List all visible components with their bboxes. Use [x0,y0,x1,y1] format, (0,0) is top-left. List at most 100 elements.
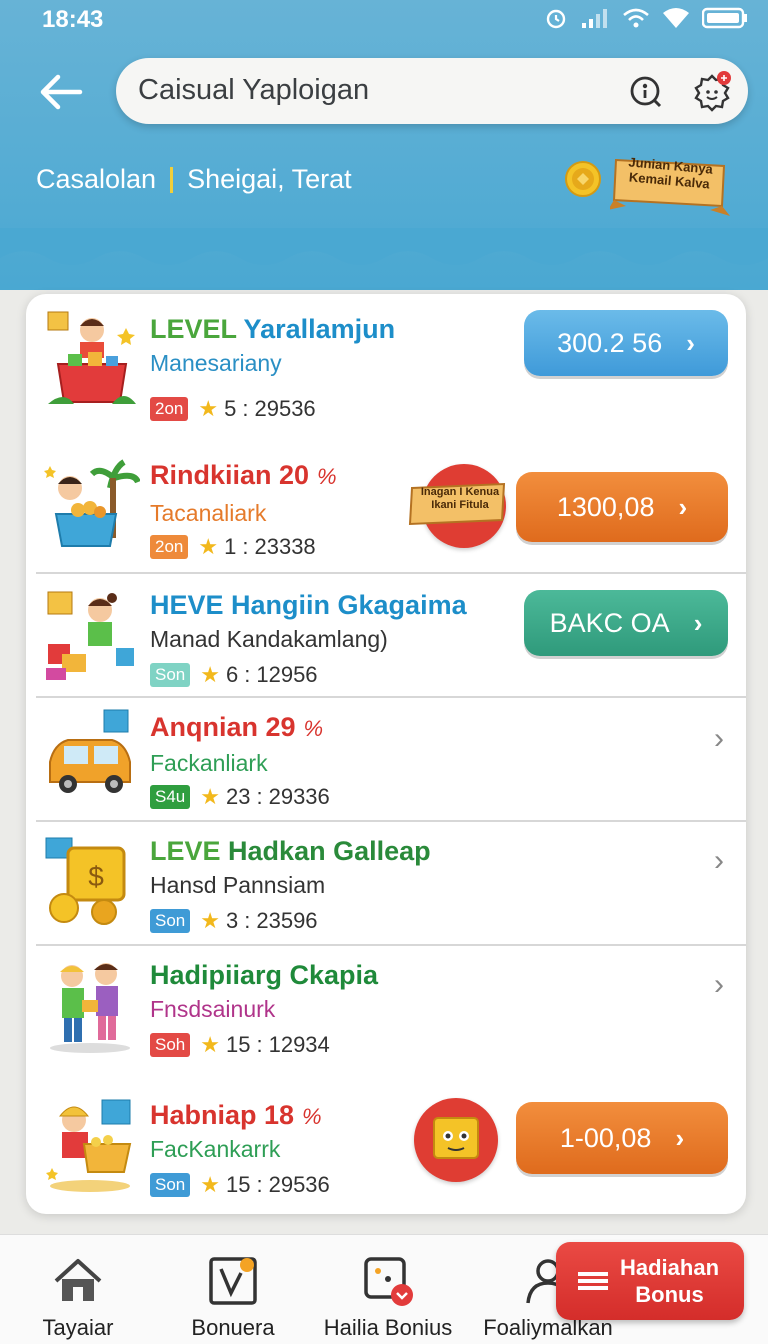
bonus-button[interactable]: Hadiahan Bonus [556,1242,744,1320]
item-score: 29536 [268,1172,330,1197]
shopping-basket-illustration [44,308,140,408]
item-rating: 3 [225,908,239,933]
item-colon: : [256,784,263,809]
star-icon: ★ [200,662,220,687]
bonus-icon [364,1257,413,1306]
chevron-right-icon[interactable]: › [714,844,724,878]
action-button[interactable]: 300.2 56 › [524,310,728,376]
item-rating: 1 [224,534,237,559]
coin-icon [564,160,602,198]
alarm-icon [544,6,568,35]
search-input[interactable]: Caisual Yaploigan [116,58,748,124]
star-icon: ★ [198,396,219,421]
item-meta: Son ★ 3 : 23596 [150,908,318,934]
status-time: 18:43 [42,6,104,33]
chevron-right-icon[interactable]: › [714,722,724,756]
item-colon: : [242,396,249,421]
item-badge: S4u [150,785,191,809]
status-bar: 18:43 [0,0,768,40]
reward-banner[interactable]: Junian Kanya Kemail Kalva [610,152,730,218]
star-icon: ★ [200,908,220,933]
action-button[interactable]: 1-00,08 › [516,1102,728,1174]
mascot-badge[interactable] [414,1098,498,1182]
list-item[interactable]: HEVE Hangiin Gkagaima Manad Kandakamlang… [26,574,746,696]
wifi-icon [662,7,690,34]
girl-gifts-illustration [44,588,140,688]
item-score: 12934 [268,1032,330,1057]
item-meta: Son ★ 6 : 12956 [150,662,318,688]
item-colon: : [242,534,249,559]
item-colon: : [244,662,251,687]
header: 18:43 Caisual Yaploigan Casalolan Sheiga… [0,0,768,290]
item-subtitle: FacKankarrk [150,1136,281,1162]
item-subtitle: Tacanaliark [150,500,267,526]
item-meta: 2on ★ 1 : 23338 [150,534,316,560]
item-meta: S4u ★ 23 : 29336 [150,784,330,810]
item-title: LEVEL Yarallamjun [150,314,396,344]
list-item[interactable]: Anqnian 29% Fackanliark S4u ★ 23 : 29336… [26,698,746,820]
item-badge: 2on [150,535,189,559]
search-icon[interactable] [628,74,664,110]
cellular-signal-icon [580,7,610,34]
item-badge: Sоh [150,1033,191,1057]
item-title: Hadipiiarg Ckapia [150,960,379,990]
item-subtitle: Hansd Pannsiam [150,872,326,898]
action-button[interactable]: BAKC OA › [524,590,728,656]
sub-header: Casalolan Sheigai, Terat [36,164,352,195]
item-title: Habniap 18% [150,1100,322,1130]
back-arrow-icon[interactable] [34,64,90,120]
item-title: Anqnian 29% [150,712,324,742]
item-score: 12956 [256,662,318,687]
sub-header-left[interactable]: Casalolan [36,164,156,195]
item-title: HEVE Hangiin Gkagaima [150,590,467,620]
edit-icon [209,1257,257,1305]
promo-badge-text: Inagan I Kenua Ikani Fitula [420,486,500,511]
header-wave [0,228,768,265]
nav-item-hailia-bonius[interactable]: Hailia Bonius [316,1235,460,1344]
item-rating: 15 [225,1032,251,1057]
star-icon: ★ [200,1032,220,1057]
nav-label: Bonuera [191,1315,275,1340]
item-subtitle: Manesariany [150,350,282,376]
action-button-label: 1-00,08 [559,1122,652,1153]
item-score: 23338 [254,534,316,559]
list-item[interactable]: LEVEL Yarallamjun Manesariany 2on ★ 5 : … [26,294,746,444]
coin-box-illustration: $ [44,832,140,932]
star-icon: ★ [200,1172,220,1197]
car-illustration [44,704,140,804]
item-title: LEVE Hadkan Galleap [150,836,431,866]
chevron-right-icon[interactable]: › [714,968,724,1002]
svg-text:$: $ [88,861,104,892]
item-subtitle: Fnsdsainurk [150,996,276,1022]
item-badge: Son [150,1173,191,1197]
sub-header-separator [170,166,174,193]
item-badge: Son [150,909,191,933]
list-item[interactable]: Rindkiian 20% Tacanaliark 2on ★ 1 : 2333… [26,444,746,572]
kid-treasure-illustration [44,1098,140,1198]
bonus-button-text: Hadiahan Bonus [620,1254,719,1308]
list-item[interactable]: Habniap 18% FacKankarrk Son ★ 15 : 29536… [26,1072,746,1214]
action-button[interactable]: 1300,08 › [516,472,728,542]
chevron-right-icon: › [693,607,703,638]
boy-palm-basket-illustration [44,458,141,558]
nav-item-bonuera[interactable]: Bonuera [178,1235,288,1344]
sub-header-right[interactable]: Sheigai, Terat [187,164,352,195]
action-button-label: 1300,08 [556,491,655,522]
star-icon: ★ [198,534,219,559]
list-item[interactable]: Hadipiiarg Ckapia Fnsdsainurk Sоh ★ 15 :… [26,946,746,1072]
item-colon: : [244,908,251,933]
item-subtitle: Fackanliark [150,750,268,776]
two-kids-illustration [44,956,140,1056]
star-icon: ★ [200,784,220,809]
nav-label: Hailia Bonius [323,1315,453,1340]
mascot-settings-icon[interactable] [690,70,734,114]
list-item[interactable]: $ LEVE Hadkan Galleap Hansd Pannsiam Son… [26,822,746,944]
promo-badge[interactable]: Inagan I Kenua Ikani Fitula [408,464,506,548]
battery-icon [701,7,748,34]
nav-item-home[interactable]: Tayaiar [30,1235,126,1344]
item-score: 23596 [256,908,318,933]
status-icons [544,6,748,35]
item-badge: 2on [150,397,189,421]
item-rating: 5 [224,396,237,421]
item-score: 29536 [254,396,316,421]
